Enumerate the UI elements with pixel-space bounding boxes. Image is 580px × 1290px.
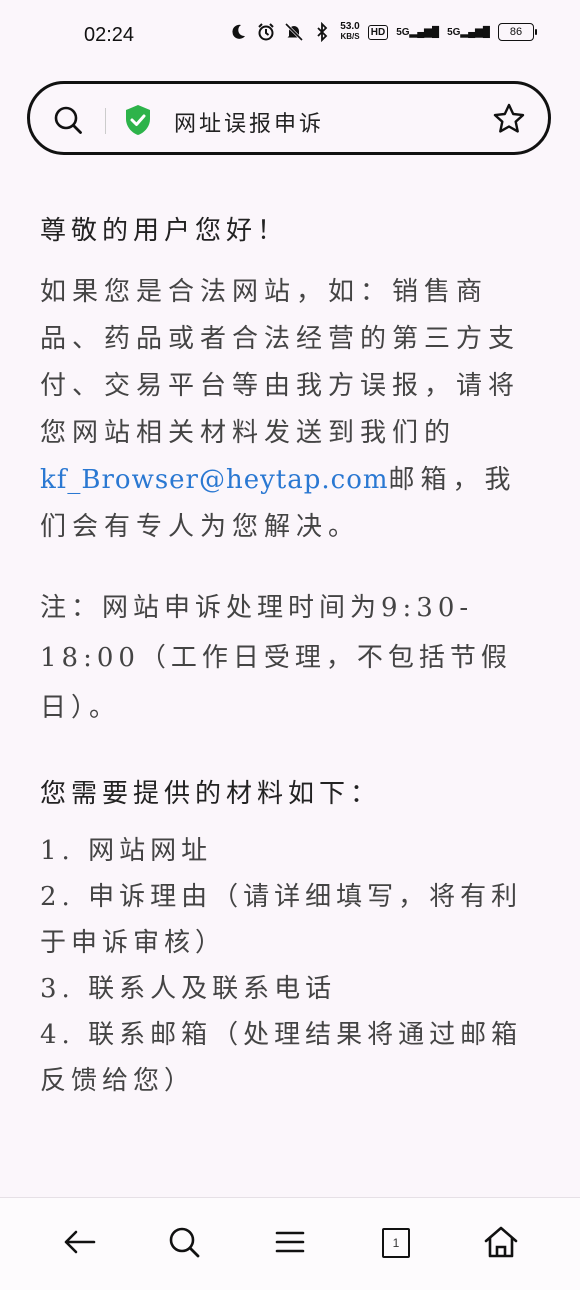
address-bar[interactable]: 网址误报申诉 <box>27 81 551 155</box>
home-icon[interactable] <box>481 1222 521 1262</box>
bottom-nav: 1 <box>0 1197 580 1290</box>
note-text: 注：网站申诉处理时间为9:30-18:00（工作日受理，不包括节假日）。 <box>40 593 512 723</box>
battery-indicator: 86 <box>498 23 537 41</box>
net-speed-value: 53.0 <box>340 21 360 32</box>
page-content: 尊敬的用户您好！ 如果您是合法网站，如：销售商品、药品或者合法经营的第三方支付、… <box>40 210 540 1104</box>
search-icon[interactable] <box>52 104 84 136</box>
list-item: 4. 联系邮箱（处理结果将通过邮箱反馈给您） <box>40 1020 523 1096</box>
status-icons: 53.0 KB/S HD 5G▂▄▆█ 5G▂▄▆█ 86 <box>228 22 537 42</box>
hd-badge: HD <box>367 24 389 40</box>
signal-5g-1: 5G▂▄▆█ <box>396 26 440 38</box>
shield-check-icon[interactable] <box>124 104 152 136</box>
net-speed-unit: KB/S <box>340 32 360 41</box>
email-link[interactable]: kf_Browser@heytap.com <box>40 465 389 495</box>
alarm-icon <box>258 23 274 41</box>
signal-5g-2-label: 5G <box>447 26 461 38</box>
net-speed: 53.0 KB/S <box>340 22 359 42</box>
tabs-button[interactable]: 1 <box>376 1222 416 1262</box>
status-bar: 02:24 53.0 KB/S HD 5G▂▄▆█ 5G▂▄▆█ 86 <box>0 0 580 70</box>
address-bar-divider <box>105 108 106 134</box>
materials-heading: 您需要提供的材料如下： <box>40 779 382 809</box>
bluetooth-icon <box>317 22 328 42</box>
moon-icon <box>232 24 246 39</box>
signal-5g-2: 5G▂▄▆█ <box>447 26 490 38</box>
status-time: 02:24 <box>84 24 135 46</box>
intro-paragraph: 如果您是合法网站，如：销售商品、药品或者合法经营的第三方支付、交易平台等由我方误… <box>40 269 540 551</box>
page-title[interactable]: 网址误报申诉 <box>174 106 324 138</box>
list-item: 2. 申诉理由（请详细填写，将有利于申诉审核） <box>40 882 523 958</box>
greeting-text: 尊敬的用户您好！ <box>40 216 289 246</box>
tabs-count: 1 <box>382 1228 410 1258</box>
intro-text: 如果您是合法网站，如：销售商品、药品或者合法经营的第三方支付、交易平台等由我方误… <box>40 277 521 448</box>
search-icon[interactable] <box>164 1222 204 1262</box>
menu-icon[interactable] <box>270 1222 310 1262</box>
bookmark-star-icon[interactable] <box>492 102 526 136</box>
materials-list: 1. 网站网址 2. 申诉理由（请详细填写，将有利于申诉审核） 3. 联系人及联… <box>40 828 540 1104</box>
mute-bell-icon <box>285 22 304 42</box>
back-arrow-icon[interactable] <box>60 1222 100 1262</box>
signal-5g-1-label: 5G <box>396 26 410 38</box>
list-item: 1. 网站网址 <box>40 836 213 866</box>
list-item: 3. 联系人及联系电话 <box>40 974 337 1004</box>
